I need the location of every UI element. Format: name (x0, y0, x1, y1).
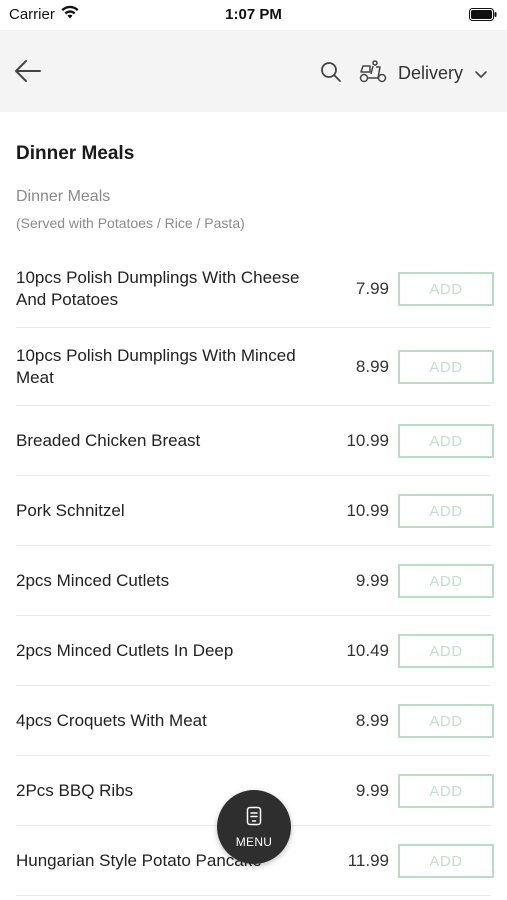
nav-bar: Delivery (0, 30, 507, 112)
menu-item[interactable]: Breaded Chicken Breast 10.99 ADD (0, 406, 507, 476)
item-price: 11.99 (347, 851, 389, 870)
item-price: 9.99 (355, 781, 389, 800)
search-icon[interactable] (320, 61, 342, 88)
menu-item[interactable]: 2pcs Minced Cutlets 9.99 ADD (0, 546, 507, 616)
item-price: 7.99 (355, 279, 389, 298)
item-price: 8.99 (355, 357, 389, 376)
add-button[interactable]: ADD (398, 634, 494, 668)
item-price: 9.99 (355, 571, 389, 590)
add-button[interactable]: ADD (398, 350, 494, 384)
item-price: 8.99 (355, 711, 389, 730)
menu-item[interactable]: 4pcs Croquets With Meat 8.99 ADD (0, 686, 507, 756)
section-title: Dinner Meals (16, 143, 135, 164)
add-button[interactable]: ADD (398, 564, 494, 598)
item-price: 10.49 (346, 641, 389, 660)
add-button[interactable]: ADD (398, 272, 494, 306)
menu-item[interactable]: Pork Schnitzel 10.99 ADD (0, 476, 507, 546)
delivery-mode-label[interactable]: Delivery (398, 63, 463, 84)
scooter-icon[interactable] (358, 59, 388, 88)
menu-card-icon (246, 806, 262, 831)
item-name: 4pcs Croquets With Meat (16, 711, 207, 730)
item-price: 10.99 (346, 431, 389, 450)
add-button[interactable]: ADD (398, 774, 494, 808)
category-name: Dinner Meals (16, 188, 111, 205)
item-name: Breaded Chicken Breast (16, 431, 201, 450)
item-price: 10.99 (346, 501, 389, 520)
battery-icon (469, 8, 497, 25)
item-name: 10pcs Polish Dumplings With Cheese And P… (16, 268, 300, 309)
add-button[interactable]: ADD (398, 704, 494, 738)
menu-item[interactable]: 10pcs Polish Dumplings With Minced Meat … (0, 328, 507, 406)
item-name: 2pcs Minced Cutlets In Deep (16, 641, 234, 660)
menu-item[interactable]: 2pcs Minced Cutlets In Deep 10.49 ADD (0, 616, 507, 686)
item-name: 2pcs Minced Cutlets (16, 571, 170, 590)
add-button[interactable]: ADD (398, 494, 494, 528)
arrow-left-icon[interactable] (14, 58, 42, 89)
divider (16, 895, 491, 896)
status-bar: Carrier 1:07 PM (0, 0, 507, 30)
chevron-down-icon[interactable] (474, 67, 488, 85)
item-name: 10pcs Polish Dumplings With Minced Meat (16, 346, 296, 387)
item-name: Pork Schnitzel (16, 501, 125, 520)
add-button[interactable]: ADD (398, 424, 494, 458)
menu-fab-label: MENU (235, 834, 273, 849)
clock: 1:07 PM (225, 6, 282, 23)
menu-fab-button[interactable]: MENU (217, 790, 291, 864)
menu-item[interactable]: 10pcs Polish Dumplings With Cheese And P… (0, 250, 507, 328)
category-description: (Served with Potatoes / Rice / Pasta) (16, 215, 245, 231)
add-button[interactable]: ADD (398, 844, 494, 878)
